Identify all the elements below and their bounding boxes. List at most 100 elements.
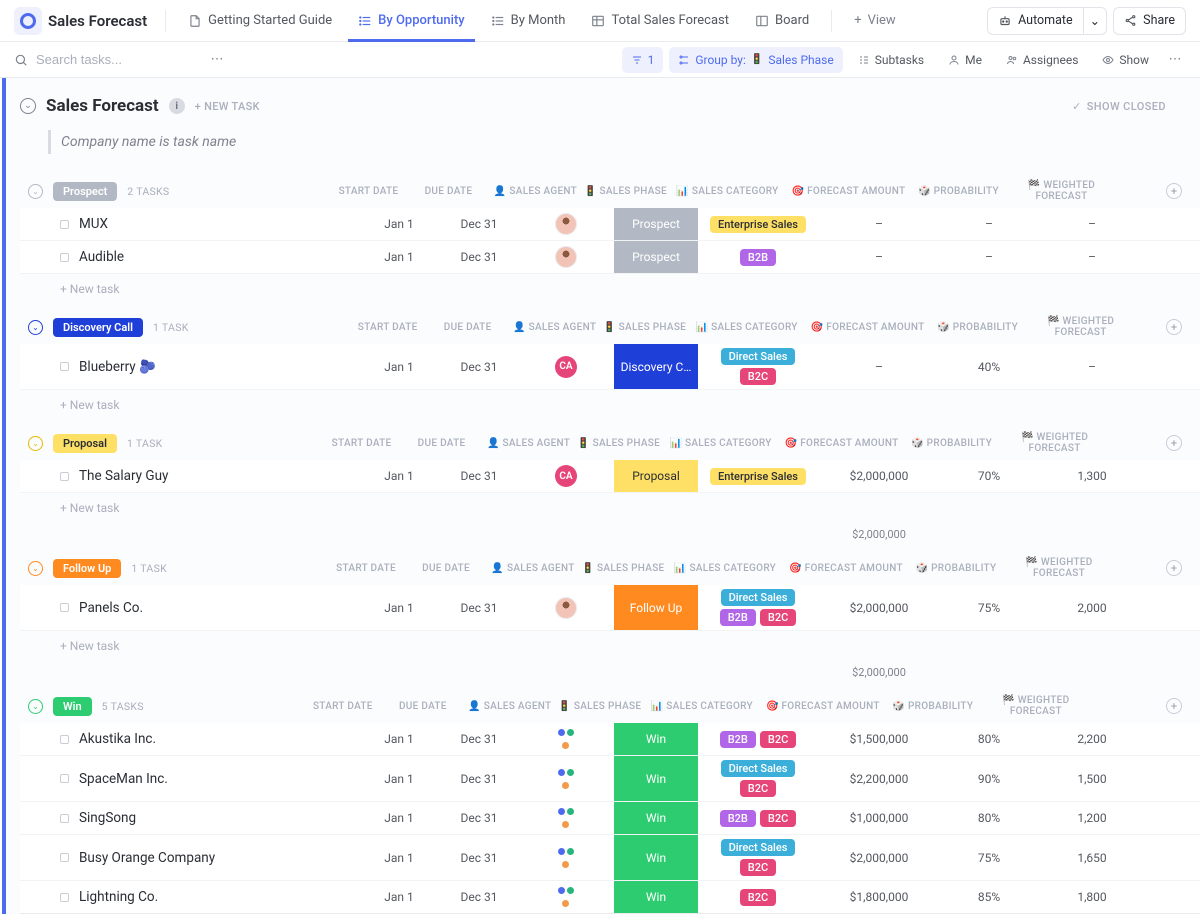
col-weighted-forecast[interactable]: 🏁 WEIGHTED FORECAST xyxy=(1005,557,1113,579)
cell-agent[interactable]: CA xyxy=(518,465,614,487)
cell-start-date[interactable]: Jan 1 xyxy=(358,601,440,615)
status-checkbox[interactable] xyxy=(60,362,69,371)
cell-forecast[interactable]: $1,500,000 xyxy=(818,732,940,746)
cell-due-date[interactable]: Dec 31 xyxy=(440,890,518,904)
cell-agent[interactable] xyxy=(518,848,614,868)
cell-phase[interactable]: Proposal xyxy=(614,460,698,492)
task-row[interactable]: Lightning Co. Jan 1 Dec 31 Win B2C $1,80… xyxy=(20,881,1200,914)
col-start-date[interactable]: START DATE xyxy=(302,701,384,712)
col-probability[interactable]: 🎲 PROBABILITY xyxy=(907,563,1005,574)
task-title[interactable]: Audible xyxy=(79,249,124,265)
show-closed-button[interactable]: ✓ SHOW CLOSED xyxy=(1072,100,1166,113)
cell-agent[interactable] xyxy=(518,597,614,619)
category-tag[interactable]: B2C xyxy=(760,731,796,748)
task-title[interactable]: Blueberry 🫐 xyxy=(79,359,156,375)
col-sales-category[interactable]: 📊 SALES CATEGORY xyxy=(642,697,762,716)
task-title[interactable]: The Salary Guy xyxy=(79,468,168,484)
cell-probability[interactable]: – xyxy=(940,217,1038,231)
col-due-date[interactable]: DUE DATE xyxy=(384,701,462,712)
group-name-pill[interactable]: Prospect xyxy=(53,182,117,201)
col-sales-agent[interactable]: 👤 SALES AGENT xyxy=(481,438,577,449)
tab-total-forecast[interactable]: Total Sales Forecast xyxy=(581,0,739,42)
me-chip[interactable]: Me xyxy=(939,47,991,73)
agent-avatar[interactable]: CA xyxy=(555,356,577,378)
cell-probability[interactable]: 70% xyxy=(940,469,1038,483)
new-task-button[interactable]: + NEW TASK xyxy=(195,100,260,113)
cell-phase[interactable]: Discovery C… xyxy=(614,344,698,389)
add-column-button[interactable]: + xyxy=(1166,319,1182,335)
cell-probability[interactable]: 80% xyxy=(940,732,1038,746)
toolbar-more[interactable]: ⋯ xyxy=(1164,49,1186,71)
cell-due-date[interactable]: Dec 31 xyxy=(440,772,518,786)
task-row[interactable]: SpaceMan Inc. Jan 1 Dec 31 Win Direct Sa… xyxy=(20,756,1200,802)
col-sales-category[interactable]: 📊 SALES CATEGORY xyxy=(661,434,781,453)
section-toggle[interactable]: ⌄ xyxy=(20,98,36,114)
group-name-pill[interactable]: Follow Up xyxy=(53,559,121,578)
cell-weighted[interactable]: – xyxy=(1038,360,1146,374)
cell-weighted[interactable]: 1,800 xyxy=(1038,890,1146,904)
cell-start-date[interactable]: Jan 1 xyxy=(358,811,440,825)
cell-category[interactable]: Direct SalesB2BB2C xyxy=(698,585,818,630)
filter-chip[interactable]: 1 xyxy=(622,47,664,73)
group-toggle[interactable]: ⌄ xyxy=(28,561,43,576)
status-checkbox[interactable] xyxy=(60,472,69,481)
col-sales-phase[interactable]: 🚦 SALES PHASE xyxy=(583,180,667,202)
status-checkbox[interactable] xyxy=(60,735,69,744)
category-tag[interactable]: B2B xyxy=(720,810,756,827)
cell-weighted[interactable]: – xyxy=(1038,250,1146,264)
cell-weighted[interactable]: 2,200 xyxy=(1038,732,1146,746)
cell-start-date[interactable]: Jan 1 xyxy=(358,469,440,483)
cell-agent[interactable] xyxy=(518,808,614,828)
cell-phase[interactable]: Win xyxy=(614,756,698,801)
task-row[interactable]: MUX Jan 1 Dec 31 Prospect Enterprise Sal… xyxy=(20,208,1200,241)
agent-avatar-multi[interactable] xyxy=(556,887,576,907)
col-forecast-amount[interactable]: 🎯 FORECAST AMOUNT xyxy=(781,438,903,449)
col-probability[interactable]: 🎲 PROBABILITY xyxy=(909,186,1007,197)
col-forecast-amount[interactable]: 🎯 FORECAST AMOUNT xyxy=(785,563,907,574)
col-start-date[interactable]: START DATE xyxy=(325,563,407,574)
cell-probability[interactable]: 80% xyxy=(940,811,1038,825)
status-checkbox[interactable] xyxy=(60,853,69,862)
info-icon[interactable]: i xyxy=(169,98,185,114)
cell-phase[interactable]: Win xyxy=(614,881,698,913)
col-sales-phase[interactable]: 🚦 SALES PHASE xyxy=(558,695,642,717)
agent-avatar[interactable] xyxy=(555,246,577,268)
share-button[interactable]: Share xyxy=(1113,7,1186,35)
category-tag[interactable]: B2C xyxy=(760,609,796,626)
col-probability[interactable]: 🎲 PROBABILITY xyxy=(903,438,1001,449)
cell-due-date[interactable]: Dec 31 xyxy=(440,217,518,231)
group-name-pill[interactable]: Discovery Call xyxy=(53,318,143,337)
agent-avatar-multi[interactable] xyxy=(556,808,576,828)
cell-forecast[interactable]: $2,000,000 xyxy=(818,851,940,865)
cell-phase[interactable]: Win xyxy=(614,835,698,880)
col-sales-agent[interactable]: 👤 SALES AGENT xyxy=(485,563,581,574)
col-sales-agent[interactable]: 👤 SALES AGENT xyxy=(487,186,583,197)
category-tag[interactable]: B2B xyxy=(740,249,776,266)
add-column-button[interactable]: + xyxy=(1166,698,1182,714)
col-weighted-forecast[interactable]: 🏁 WEIGHTED FORECAST xyxy=(1027,316,1135,338)
col-probability[interactable]: 🎲 PROBABILITY xyxy=(884,701,982,712)
cell-forecast[interactable]: $2,200,000 xyxy=(818,772,940,786)
status-checkbox[interactable] xyxy=(60,774,69,783)
cell-start-date[interactable]: Jan 1 xyxy=(358,772,440,786)
status-checkbox[interactable] xyxy=(60,893,69,902)
group-name-pill[interactable]: Proposal xyxy=(53,434,117,453)
group-toggle[interactable]: ⌄ xyxy=(28,699,43,714)
category-tag[interactable]: Enterprise Sales xyxy=(710,468,806,485)
cell-phase[interactable]: Prospect xyxy=(614,241,698,273)
agent-avatar-multi[interactable] xyxy=(556,729,576,749)
tab-board[interactable]: Board xyxy=(745,0,819,42)
cell-due-date[interactable]: Dec 31 xyxy=(440,250,518,264)
task-title[interactable]: Busy Orange Company xyxy=(79,850,215,866)
cell-phase[interactable]: Win xyxy=(614,802,698,834)
assignees-chip[interactable]: Assignees xyxy=(997,47,1087,73)
task-row[interactable]: Panels Co. Jan 1 Dec 31 Follow Up Direct… xyxy=(20,585,1200,631)
cell-forecast[interactable]: – xyxy=(818,250,940,264)
col-weighted-forecast[interactable]: 🏁 WEIGHTED FORECAST xyxy=(1007,180,1115,202)
cell-category[interactable]: Direct SalesB2C xyxy=(698,756,818,801)
col-due-date[interactable]: DUE DATE xyxy=(407,563,485,574)
group-by-chip[interactable]: Group by: 🚦 Sales Phase xyxy=(669,47,842,73)
status-checkbox[interactable] xyxy=(60,253,69,262)
task-title[interactable]: Lightning Co. xyxy=(79,889,158,905)
search-input[interactable] xyxy=(36,52,196,67)
